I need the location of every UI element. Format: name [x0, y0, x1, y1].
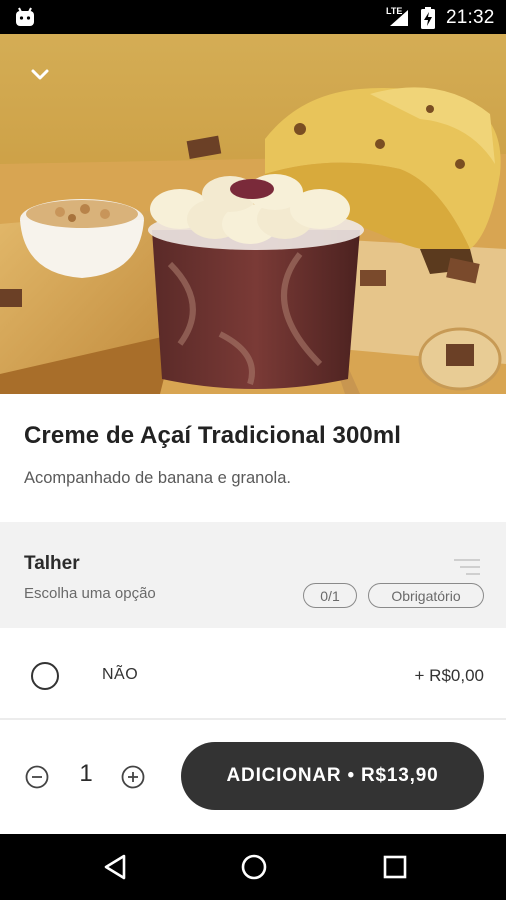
- back-icon[interactable]: [100, 852, 130, 882]
- required-badge: Obrigatório: [368, 583, 484, 608]
- option-price: + R$0,00: [414, 666, 484, 685]
- recent-apps-icon[interactable]: [380, 852, 410, 882]
- battery-charging-icon: [421, 7, 435, 29]
- increase-quantity-icon[interactable]: [121, 765, 145, 789]
- option-label: NÃO: [102, 666, 139, 683]
- filter-icon: [454, 559, 480, 575]
- navigation-bar: [0, 834, 506, 900]
- divider: [0, 718, 506, 720]
- chevron-down-icon[interactable]: [26, 63, 54, 85]
- option-item-nao[interactable]: NÃO + R$0,00: [0, 628, 506, 718]
- option-group-header: Talher Escolha uma opção 0/1 Obrigatório: [0, 522, 506, 628]
- product-title: Creme de Açaí Tradicional 300ml: [24, 422, 402, 449]
- decrease-quantity-icon[interactable]: [25, 765, 49, 789]
- product-image: [0, 34, 506, 394]
- signal-icon: [390, 10, 408, 26]
- home-icon[interactable]: [239, 852, 269, 882]
- product-description: Acompanhado de banana e granola.: [24, 469, 291, 487]
- status-bar: LTE 21:32: [0, 0, 506, 34]
- quantity-value: 1: [79, 760, 93, 787]
- selection-count-badge: 0/1: [303, 583, 357, 608]
- option-group-subtitle: Escolha uma opção: [24, 585, 156, 602]
- add-to-cart-button[interactable]: ADICIONAR • R$13,90: [181, 742, 484, 810]
- clock: 21:32: [446, 7, 495, 28]
- option-radio[interactable]: [31, 662, 59, 690]
- option-group-title: Talher: [24, 553, 80, 574]
- android-icon: [16, 7, 34, 26]
